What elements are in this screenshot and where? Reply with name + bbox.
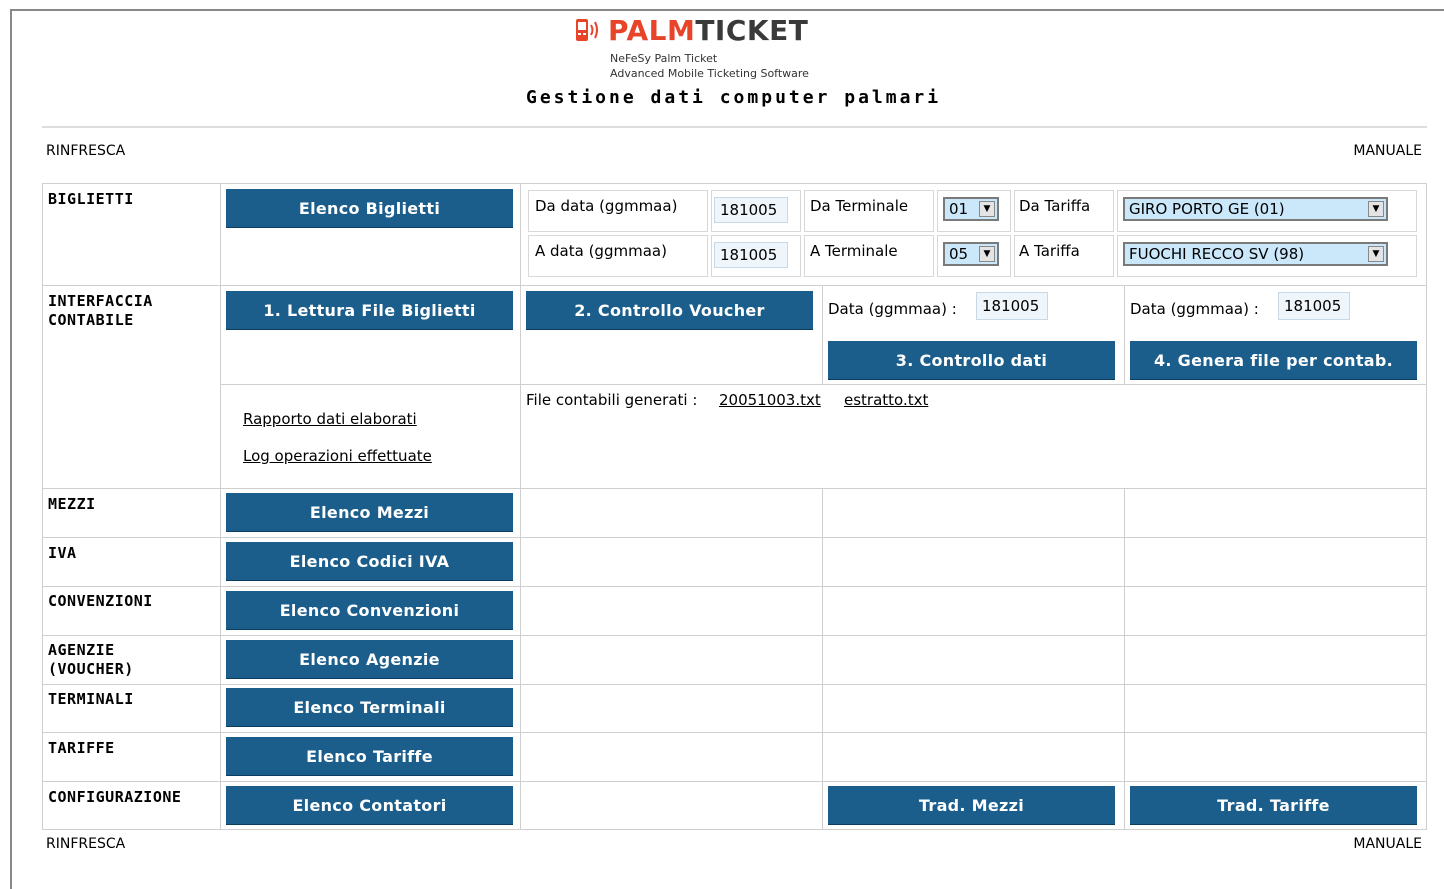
label-line: (VOUCHER) (48, 660, 134, 678)
header-divider (42, 126, 1427, 128)
elenco-tariffe-button[interactable]: Elenco Tariffe (226, 737, 513, 776)
window-border-top (10, 9, 1444, 11)
section-label-mezzi: MEZZI (48, 495, 96, 513)
row-divider (42, 537, 1427, 538)
data-label-1: Data (ggmmaa) : (828, 300, 957, 318)
trad-tariffe-button[interactable]: Trad. Tariffe (1130, 786, 1417, 825)
da-terminale-label: Da Terminale (810, 197, 909, 215)
row-divider (42, 635, 1427, 636)
manual-link-top[interactable]: MANUALE (1353, 143, 1422, 159)
section-label-configurazione: CONFIGURAZIONE (48, 788, 182, 806)
logo-palm-text: PALM (608, 13, 696, 47)
elenco-biglietti-button[interactable]: Elenco Biglietti (226, 189, 513, 228)
section-label-biglietti: BIGLIETTI (48, 190, 134, 208)
a-tariffa-label: A Tariffa (1019, 242, 1080, 260)
data-input-1[interactable]: 181005 (976, 292, 1048, 320)
row-divider (42, 285, 1427, 286)
row-divider (42, 684, 1427, 685)
a-data-input[interactable]: 181005 (714, 242, 788, 268)
page-title: Gestione dati computer palmari (526, 87, 942, 108)
col-divider (822, 488, 823, 830)
da-data-label: Da data (ggmmaa) (535, 197, 678, 215)
row-divider (42, 586, 1427, 587)
genera-file-contab-button[interactable]: 4. Genera file per contab. (1130, 341, 1417, 380)
chevron-down-icon[interactable]: ▼ (1368, 201, 1384, 217)
window-border-left (10, 9, 12, 889)
row-divider (42, 781, 1427, 782)
section-label-convenzioni: CONVENZIONI (48, 592, 153, 610)
elenco-mezzi-button[interactable]: Elenco Mezzi (226, 493, 513, 532)
rapporto-dati-link[interactable]: Rapporto dati elaborati (243, 410, 417, 428)
row-divider (42, 732, 1427, 733)
col-divider (520, 183, 521, 830)
section-label-tariffe: TARIFFE (48, 739, 115, 757)
a-tariffa-select[interactable]: FUOCHI RECCO SV (98) ▼ (1123, 242, 1388, 266)
section-label-agenzie: AGENZIE (VOUCHER) (48, 641, 134, 679)
col-divider (1124, 488, 1125, 830)
controllo-voucher-button[interactable]: 2. Controllo Voucher (526, 291, 813, 330)
palm-device-icon (576, 19, 598, 41)
da-tariffa-label: Da Tariffa (1019, 197, 1091, 215)
col-divider (822, 285, 823, 384)
files-generated-label: File contabili generati : (526, 391, 698, 409)
da-tariffa-select[interactable]: GIRO PORTO GE (01) ▼ (1123, 197, 1388, 221)
trad-mezzi-button[interactable]: Trad. Mezzi (828, 786, 1115, 825)
subtitle-tagline: Advanced Mobile Ticketing Software (610, 67, 809, 80)
elenco-codici-iva-button[interactable]: Elenco Codici IVA (226, 542, 513, 581)
controllo-dati-button[interactable]: 3. Controllo dati (828, 341, 1115, 380)
chevron-down-icon[interactable]: ▼ (979, 246, 995, 262)
a-terminale-label: A Terminale (810, 242, 898, 260)
data-label-2: Data (ggmmaa) : (1130, 300, 1259, 318)
file-link-estratto[interactable]: estratto.txt (844, 391, 928, 409)
a-terminale-value: 05 (949, 245, 969, 263)
section-label-interfaccia: INTERFACCIA CONTABILE (48, 292, 153, 330)
label-line: CONTABILE (48, 311, 134, 329)
chevron-down-icon[interactable]: ▼ (1368, 246, 1384, 262)
label-line: INTERFACCIA (48, 292, 153, 310)
subtitle-product: NeFeSy Palm Ticket (610, 52, 718, 65)
a-tariffa-value: FUOCHI RECCO SV (98) (1129, 245, 1305, 263)
palmticket-logo: PALM TICKET (574, 13, 809, 47)
a-terminale-select[interactable]: 05 ▼ (943, 242, 999, 266)
chevron-down-icon[interactable]: ▼ (979, 201, 995, 217)
elenco-terminali-button[interactable]: Elenco Terminali (226, 688, 513, 727)
log-operazioni-link[interactable]: Log operazioni effettuate (243, 447, 432, 465)
da-tariffa-value: GIRO PORTO GE (01) (1129, 200, 1285, 218)
label-line: AGENZIE (48, 641, 115, 659)
file-link-20051003[interactable]: 20051003.txt (719, 391, 821, 409)
refresh-link-top[interactable]: RINFRESCA (46, 143, 125, 159)
lettura-file-biglietti-button[interactable]: 1. Lettura File Biglietti (226, 291, 513, 330)
row-divider (42, 488, 1427, 489)
elenco-convenzioni-button[interactable]: Elenco Convenzioni (226, 591, 513, 630)
refresh-link-bottom[interactable]: RINFRESCA (46, 836, 125, 852)
elenco-contatori-button[interactable]: Elenco Contatori (226, 786, 513, 825)
logo-ticket-text: TICKET (695, 13, 809, 47)
manual-link-bottom[interactable]: MANUALE (1353, 836, 1422, 852)
elenco-agenzie-button[interactable]: Elenco Agenzie (226, 640, 513, 679)
data-input-2[interactable]: 181005 (1278, 292, 1350, 320)
row-divider (220, 384, 1427, 385)
da-terminale-select[interactable]: 01 ▼ (943, 197, 999, 221)
da-data-input[interactable]: 181005 (714, 197, 788, 223)
a-data-label: A data (ggmmaa) (535, 242, 667, 260)
col-divider (1124, 285, 1125, 384)
col-divider (220, 183, 221, 830)
da-terminale-value: 01 (949, 200, 969, 218)
section-label-iva: IVA (48, 544, 77, 562)
section-label-terminali: TERMINALI (48, 690, 134, 708)
